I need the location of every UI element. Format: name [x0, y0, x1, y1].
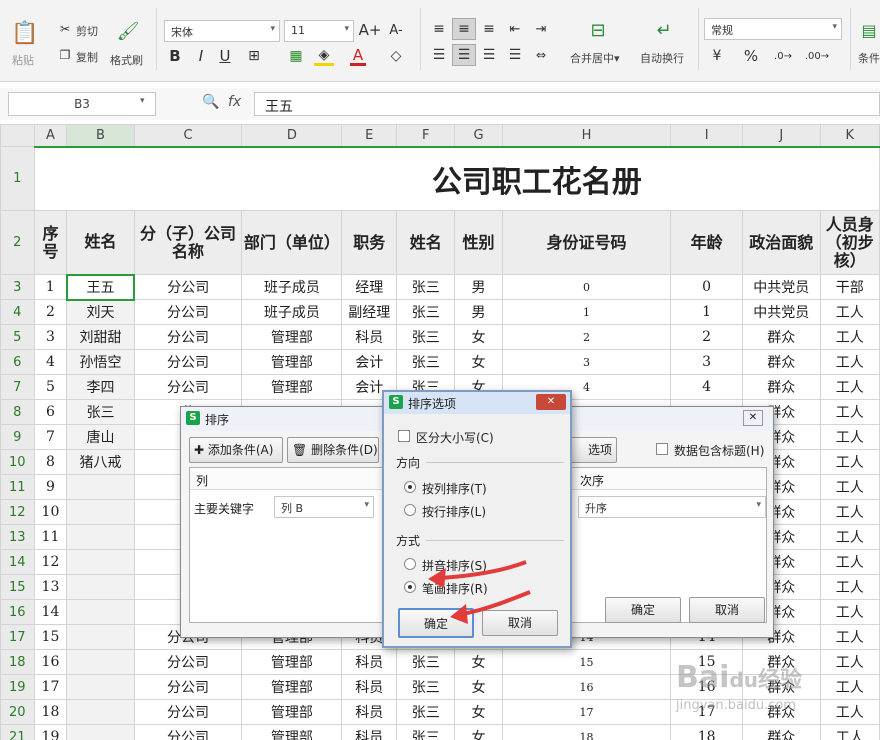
- annotation-arrows: [428, 560, 531, 624]
- watermark-brand: Bai: [676, 660, 730, 695]
- watermark-suffix: 经验: [757, 668, 802, 693]
- arrow-to-ok: [461, 590, 531, 616]
- arrow-to-stroke-sort: [439, 560, 527, 580]
- watermark-url: jingyan.baidu.com: [676, 698, 796, 713]
- arrow-to-stroke-sort-head: [428, 568, 446, 588]
- arrow-to-ok-head: [450, 604, 468, 624]
- baidu-watermark: Baidu经验: [676, 660, 802, 695]
- paw-icon: du: [729, 668, 758, 692]
